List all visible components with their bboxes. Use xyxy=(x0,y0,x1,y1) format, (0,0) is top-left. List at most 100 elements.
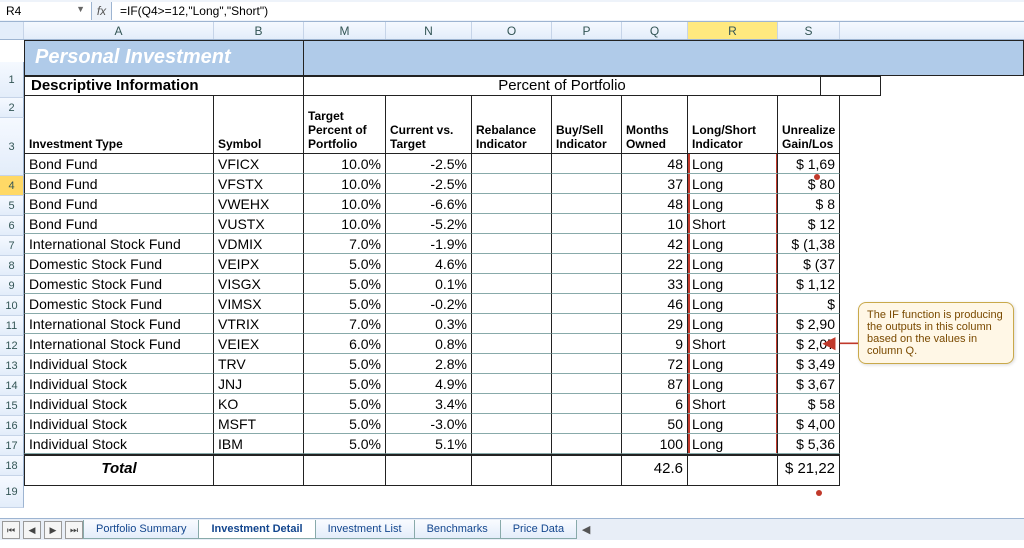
cell-mo[interactable]: 37 xyxy=(622,174,688,194)
col-header-P[interactable]: P xyxy=(552,22,622,39)
col-header-A[interactable]: A xyxy=(24,22,214,39)
cell-gl[interactable]: $ 80 xyxy=(778,174,840,194)
cell-gl[interactable]: $ 8 xyxy=(778,194,840,214)
row-header-13[interactable]: 13 xyxy=(0,356,24,376)
cell-bs[interactable] xyxy=(552,314,622,334)
cell-sym[interactable]: TRV xyxy=(214,354,304,374)
cell-mo[interactable]: 48 xyxy=(622,194,688,214)
cell-reb[interactable] xyxy=(472,214,552,234)
cell-cur[interactable]: 0.3% xyxy=(386,314,472,334)
cell-reb[interactable] xyxy=(472,354,552,374)
cell-ls[interactable]: Long xyxy=(688,374,778,394)
cell-gl[interactable]: $ 12 xyxy=(778,214,840,234)
row-header-9[interactable]: 9 xyxy=(0,276,24,296)
col-header-B[interactable]: B xyxy=(214,22,304,39)
cell-mo[interactable]: 9 xyxy=(622,334,688,354)
row-header-18[interactable]: 18 xyxy=(0,456,24,476)
row-header-2[interactable]: 2 xyxy=(0,98,24,118)
cell-bs[interactable] xyxy=(552,354,622,374)
cell-cur[interactable]: 0.1% xyxy=(386,274,472,294)
cell-sym[interactable]: JNJ xyxy=(214,374,304,394)
cell-mo[interactable]: 100 xyxy=(622,434,688,454)
fx-icon[interactable]: fx xyxy=(92,2,112,20)
col-header-Q[interactable]: Q xyxy=(622,22,688,39)
row-header-14[interactable]: 14 xyxy=(0,376,24,396)
cell-type[interactable]: Individual Stock xyxy=(24,354,214,374)
cell-cur[interactable]: 4.9% xyxy=(386,374,472,394)
cell-sym[interactable]: VEIEX xyxy=(214,334,304,354)
cell-mo[interactable]: 22 xyxy=(622,254,688,274)
cell-mo[interactable]: 87 xyxy=(622,374,688,394)
cell-sym[interactable]: VFSTX xyxy=(214,174,304,194)
cell-reb[interactable] xyxy=(472,374,552,394)
cell-sym[interactable]: KO xyxy=(214,394,304,414)
cell-sym[interactable]: MSFT xyxy=(214,414,304,434)
row-header-5[interactable]: 5 xyxy=(0,196,24,216)
cell-reb[interactable] xyxy=(472,194,552,214)
col-header-S[interactable]: S xyxy=(778,22,840,39)
cell-bs[interactable] xyxy=(552,274,622,294)
cell-mo[interactable]: 33 xyxy=(622,274,688,294)
cell-reb[interactable] xyxy=(472,274,552,294)
cell-mo[interactable]: 29 xyxy=(622,314,688,334)
cell-bs[interactable] xyxy=(552,254,622,274)
cell-reb[interactable] xyxy=(472,434,552,454)
cell-reb[interactable] xyxy=(472,334,552,354)
cell-tgt[interactable]: 6.0% xyxy=(304,334,386,354)
row-header-1[interactable]: 1 xyxy=(0,62,24,98)
cell-ls[interactable]: Long xyxy=(688,354,778,374)
cell-ls[interactable]: Long xyxy=(688,414,778,434)
cell-tgt[interactable]: 10.0% xyxy=(304,174,386,194)
cell-bs[interactable] xyxy=(552,154,622,174)
cell-cur[interactable]: 0.8% xyxy=(386,334,472,354)
cell-mo[interactable]: 10 xyxy=(622,214,688,234)
cell-bs[interactable] xyxy=(552,214,622,234)
cell-sym[interactable]: VWEHX xyxy=(214,194,304,214)
cell-bs[interactable] xyxy=(552,434,622,454)
cell-ls[interactable]: Long xyxy=(688,254,778,274)
cell-gl[interactable]: $ 3,49 xyxy=(778,354,840,374)
cell-cur[interactable]: -6.6% xyxy=(386,194,472,214)
sheet-tab[interactable]: Price Data xyxy=(500,520,577,539)
cell-tgt[interactable]: 5.0% xyxy=(304,394,386,414)
cell-gl[interactable]: $ 1,12 xyxy=(778,274,840,294)
cell-ls[interactable]: Long xyxy=(688,434,778,454)
cell-cur[interactable]: -2.5% xyxy=(386,154,472,174)
cell-ls[interactable]: Long xyxy=(688,154,778,174)
cell-reb[interactable] xyxy=(472,254,552,274)
cell-gl[interactable]: $ 1,69 xyxy=(778,154,840,174)
tab-nav-first[interactable]: ⏮ xyxy=(2,521,20,539)
cell-type[interactable]: Domestic Stock Fund xyxy=(24,254,214,274)
row-header-7[interactable]: 7 xyxy=(0,236,24,256)
cell-sym[interactable]: VISGX xyxy=(214,274,304,294)
cell-sym[interactable]: VFICX xyxy=(214,154,304,174)
cell-cur[interactable]: -5.2% xyxy=(386,214,472,234)
sheet-tab[interactable]: Benchmarks xyxy=(414,520,501,539)
cell-mo[interactable]: 50 xyxy=(622,414,688,434)
tab-nav-last[interactable]: ⏭ xyxy=(65,521,83,539)
cell-tgt[interactable]: 5.0% xyxy=(304,294,386,314)
sheet-tab[interactable]: Investment Detail xyxy=(198,520,315,539)
cell-cur[interactable]: -3.0% xyxy=(386,414,472,434)
cell-gl[interactable]: $ 3,67 xyxy=(778,374,840,394)
row-header-10[interactable]: 10 xyxy=(0,296,24,316)
cell-bs[interactable] xyxy=(552,294,622,314)
col-header-M[interactable]: M xyxy=(304,22,386,39)
row-header-12[interactable]: 12 xyxy=(0,336,24,356)
cell-gl[interactable]: $ 4,00 xyxy=(778,414,840,434)
cell-ls[interactable]: Short xyxy=(688,334,778,354)
row-header-17[interactable]: 17 xyxy=(0,436,24,456)
row-header-6[interactable]: 6 xyxy=(0,216,24,236)
row-header-15[interactable]: 15 xyxy=(0,396,24,416)
cell-tgt[interactable]: 5.0% xyxy=(304,374,386,394)
row-header-11[interactable]: 11 xyxy=(0,316,24,336)
cell-mo[interactable]: 42 xyxy=(622,234,688,254)
cell-type[interactable]: Bond Fund xyxy=(24,214,214,234)
cell-tgt[interactable]: 10.0% xyxy=(304,154,386,174)
cell-cur[interactable]: 4.6% xyxy=(386,254,472,274)
cell-reb[interactable] xyxy=(472,154,552,174)
col-header-R[interactable]: R xyxy=(688,22,778,39)
cell-tgt[interactable]: 5.0% xyxy=(304,414,386,434)
cell-reb[interactable] xyxy=(472,314,552,334)
cell-sym[interactable]: VEIPX xyxy=(214,254,304,274)
